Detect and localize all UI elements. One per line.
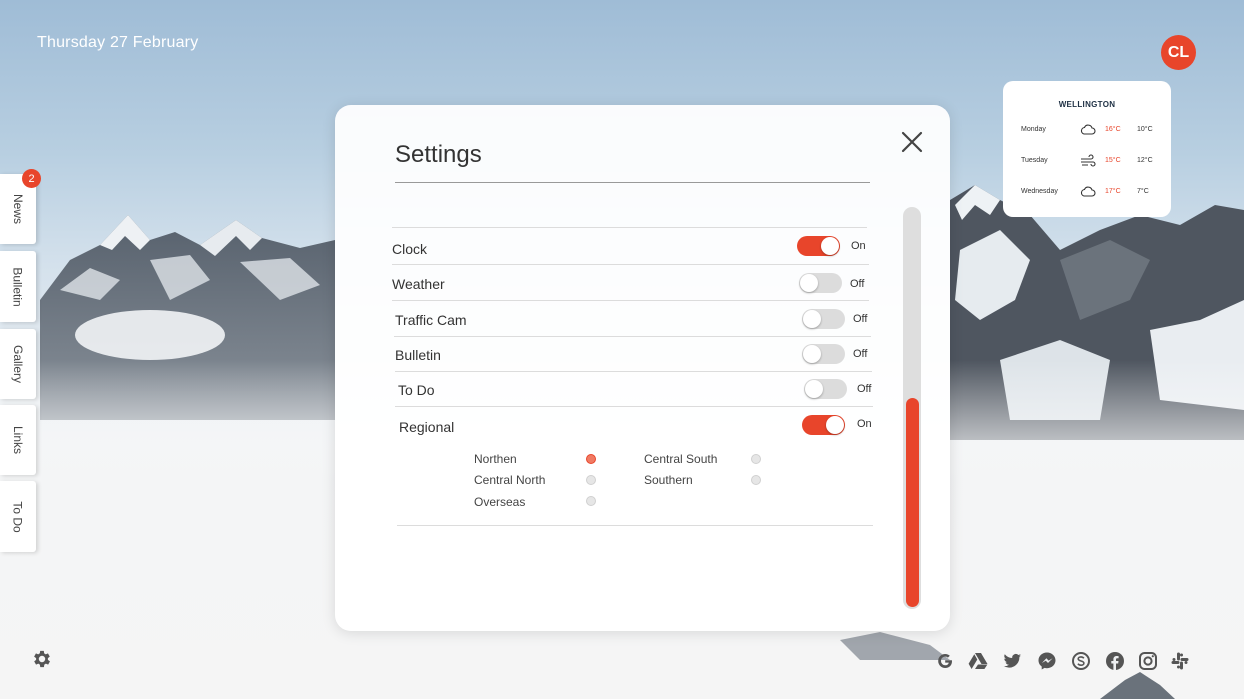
radio-central-south[interactable] — [751, 454, 761, 464]
side-tab-label: Gallery — [11, 344, 26, 384]
messenger-icon[interactable] — [1037, 651, 1057, 671]
user-avatar[interactable]: CL — [1161, 35, 1196, 70]
toggle-weather[interactable] — [799, 273, 842, 293]
region-label-southern: Southern — [644, 473, 693, 487]
divider — [392, 227, 867, 228]
toggle-bulletin[interactable] — [802, 344, 845, 364]
side-tab-label: To Do — [10, 500, 25, 533]
toggle-knob — [805, 380, 823, 398]
setting-label-clock: Clock — [392, 241, 428, 257]
radio-southern[interactable] — [751, 475, 761, 485]
cloud-icon — [1080, 186, 1096, 197]
divider — [392, 264, 869, 265]
divider — [392, 300, 869, 301]
weather-day-row: Wednesday 17°C 7°C — [1021, 185, 1161, 199]
radio-northen[interactable] — [586, 454, 596, 464]
weather-day: Monday — [1021, 126, 1046, 133]
setting-label-regional: Regional — [399, 419, 455, 435]
toggle-state-weather: Off — [850, 278, 865, 290]
toggle-knob — [803, 345, 821, 363]
divider — [395, 371, 872, 372]
side-tab-links[interactable]: Links — [0, 405, 36, 475]
weather-low: 7°C — [1137, 188, 1149, 195]
toggle-knob — [826, 416, 844, 434]
toggle-state-todo: Off — [857, 383, 872, 395]
setting-label-bulletin: Bulletin — [395, 347, 441, 363]
radio-overseas[interactable] — [586, 496, 596, 506]
side-tab-gallery[interactable]: Gallery — [0, 329, 36, 399]
close-icon[interactable] — [900, 130, 924, 154]
slack-icon[interactable] — [1170, 651, 1190, 671]
modal-title: Settings — [395, 141, 482, 168]
settings-modal: Settings Clock On Weather Off Traffic Ca… — [335, 105, 950, 631]
twitter-icon[interactable] — [1002, 651, 1022, 671]
scrollbar-thumb[interactable] — [906, 398, 919, 607]
toggle-state-clock: On — [851, 240, 866, 252]
toggle-regional[interactable] — [802, 415, 845, 435]
side-tab-label: News — [10, 193, 25, 225]
toggle-state-bulletin: Off — [853, 348, 868, 360]
toggle-state-regional: On — [857, 418, 872, 430]
news-notification-badge: 2 — [22, 169, 41, 188]
toggle-state-traffic-cam: Off — [853, 313, 868, 325]
side-tab-todo[interactable]: To Do — [0, 481, 36, 552]
skype-icon[interactable] — [1071, 651, 1091, 671]
instagram-icon[interactable] — [1138, 651, 1158, 671]
divider — [394, 336, 871, 337]
title-divider — [395, 182, 870, 183]
weather-day: Wednesday — [1021, 188, 1058, 195]
google-drive-icon[interactable] — [968, 651, 988, 671]
region-label-overseas: Overseas — [474, 495, 526, 509]
toggle-todo[interactable] — [804, 379, 847, 399]
cloud-icon — [1080, 124, 1096, 135]
weather-city: WELLINGTON — [1058, 100, 1116, 109]
side-tab-label: Links — [10, 425, 25, 455]
toggle-clock[interactable] — [797, 236, 840, 256]
setting-label-weather: Weather — [392, 276, 445, 292]
weather-low: 10°C — [1137, 126, 1153, 133]
google-icon[interactable] — [935, 651, 955, 671]
weather-day: Tuesday — [1021, 157, 1048, 164]
gear-icon[interactable] — [31, 648, 53, 670]
weather-high: 17°C — [1105, 188, 1121, 195]
facebook-icon[interactable] — [1105, 651, 1125, 671]
wind-icon — [1081, 154, 1096, 167]
weather-high: 16°C — [1105, 126, 1121, 133]
toggle-knob — [800, 274, 818, 292]
weather-widget: WELLINGTON Monday 16°C 10°C Tuesday 15°C… — [1003, 81, 1171, 217]
toggle-knob — [803, 310, 821, 328]
side-tab-label: Bulletin — [11, 266, 26, 307]
weather-day-row: Tuesday 15°C 12°C — [1021, 154, 1161, 168]
toggle-traffic-cam[interactable] — [802, 309, 845, 329]
side-tab-bulletin[interactable]: Bulletin — [0, 251, 36, 322]
weather-high: 15°C — [1105, 157, 1121, 164]
toggle-knob — [821, 237, 839, 255]
setting-label-todo: To Do — [398, 382, 435, 398]
date-display: Thursday 27 February — [37, 34, 199, 51]
region-label-central-south: Central South — [644, 452, 718, 466]
region-label-central-north: Central North — [474, 473, 546, 487]
weather-low: 12°C — [1137, 157, 1153, 164]
weather-day-row: Monday 16°C 10°C — [1021, 123, 1161, 137]
region-label-northen: Northen — [474, 452, 517, 466]
setting-label-traffic-cam: Traffic Cam — [395, 312, 467, 328]
radio-central-north[interactable] — [586, 475, 596, 485]
divider — [395, 406, 873, 407]
divider — [397, 525, 873, 526]
